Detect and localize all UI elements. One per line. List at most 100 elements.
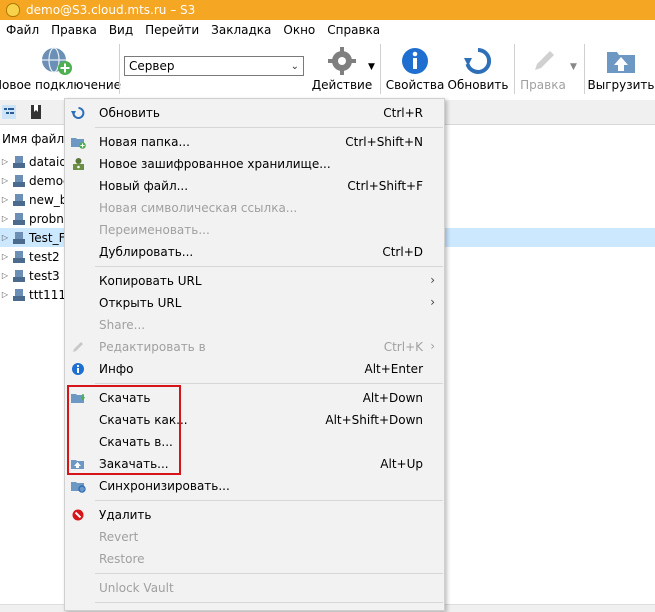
bookmark-icon[interactable] [30, 105, 42, 119]
menu-item-label: Share... [99, 318, 146, 332]
menu-item-unlock-vault[interactable]: Unlock Vault [65, 577, 444, 599]
menu-item-label: Переименовать... [99, 223, 210, 237]
upload-button[interactable]: Выгрузить [587, 40, 655, 98]
menu-item-shortcut: Ctrl+Shift+F [347, 179, 423, 193]
toolbar-separator [119, 44, 120, 94]
app-duck-icon [6, 3, 20, 17]
menu-item-new-symlink[interactable]: Новая символическая ссылка... [65, 197, 444, 219]
info-icon [72, 363, 84, 375]
menu-item-share[interactable]: Share... [65, 314, 444, 336]
menu-item-label: Синхронизировать... [99, 479, 230, 493]
menu-item-new-file[interactable]: Новый файл... Ctrl+Shift+F [65, 175, 444, 197]
menu-item-restore[interactable]: Restore [65, 548, 444, 570]
file-name: new_b [29, 192, 68, 207]
highlight-box [67, 385, 181, 475]
gear-icon [328, 47, 356, 75]
expand-icon[interactable]: ▷ [0, 157, 10, 166]
menu-item-delete[interactable]: Удалить [65, 504, 444, 526]
edit-label: Правка [520, 78, 566, 92]
info-icon [402, 48, 428, 74]
delete-icon [72, 509, 84, 521]
new-connection-button[interactable]: Новое подключение [0, 40, 121, 98]
chevron-right-icon: › [430, 273, 435, 287]
menu-item-open-url[interactable]: Открыть URL › [65, 292, 444, 314]
action-button[interactable]: Действие [308, 40, 376, 98]
menu-item-edit-in[interactable]: Редактировать в Ctrl+K › [65, 336, 444, 358]
drive-icon [13, 174, 25, 187]
menu-item-label: Обновить [99, 106, 160, 120]
menu-item-refresh[interactable]: Обновить Ctrl+R [65, 102, 444, 124]
expand-icon[interactable]: ▷ [0, 214, 10, 223]
menu-item-shortcut: Ctrl+R [383, 106, 423, 120]
refresh-icon [71, 107, 85, 119]
outline-view-icon[interactable] [2, 105, 16, 119]
menu-item-duplicate[interactable]: Дублировать... Ctrl+D [65, 241, 444, 263]
menu-go[interactable]: Перейти [139, 23, 205, 37]
menu-separator [95, 500, 443, 501]
menu-item-new-vault[interactable]: Новое зашифрованное хранилище... [65, 153, 444, 175]
properties-label: Свойства [385, 78, 445, 92]
drive-icon [13, 269, 25, 282]
title-bar: demo@S3.cloud.mts.ru – S3 [0, 0, 655, 20]
drive-icon [13, 212, 25, 225]
menu-item-shortcut: Ctrl+D [382, 245, 423, 259]
menu-item-label: Инфо [99, 362, 134, 376]
drive-icon [13, 155, 25, 168]
file-name: dataiq [29, 154, 67, 169]
column-header-filename[interactable]: Имя файла [0, 132, 72, 150]
menu-item-label: Revert [99, 530, 139, 544]
upload-label: Выгрузить [587, 78, 655, 92]
refresh-icon [464, 47, 492, 74]
menu-bookmark[interactable]: Закладка [205, 23, 277, 37]
menu-edit[interactable]: Правка [45, 23, 103, 37]
menu-item-label: Копировать URL [99, 274, 202, 288]
toolbar-separator [380, 44, 381, 94]
expand-icon[interactable]: ▷ [0, 195, 10, 204]
action-dropdown-icon[interactable]: ▼ [368, 62, 375, 72]
menu-item-revert[interactable]: Revert [65, 526, 444, 548]
menu-item-label: Открыть URL [99, 296, 182, 310]
menu-item-shortcut: Ctrl+K [383, 340, 423, 354]
menu-item-info[interactable]: Инфо Alt+Enter [65, 358, 444, 380]
menu-separator [95, 266, 443, 267]
menu-bar: Файл Правка Вид Перейти Закладка Окно Сп… [0, 20, 655, 40]
server-select-value: Сервер [129, 59, 175, 73]
folder-add-icon [71, 138, 86, 149]
expand-icon[interactable]: ▷ [0, 271, 10, 280]
server-select[interactable]: Сервер ⌄ [124, 56, 304, 76]
expand-icon[interactable]: ▷ [0, 176, 10, 185]
menu-item-copy-url[interactable]: Копировать URL › [65, 270, 444, 292]
menu-help[interactable]: Справка [321, 23, 386, 37]
menu-item-label: Новый файл... [99, 179, 189, 193]
file-name: test2 [29, 249, 60, 264]
menu-item-shortcut: Ctrl+Shift+N [345, 135, 423, 149]
expand-icon[interactable]: ▷ [0, 252, 10, 261]
refresh-button[interactable]: Обновить [447, 40, 509, 98]
window-title: demo@S3.cloud.mts.ru – S3 [26, 3, 196, 17]
properties-button[interactable]: Свойства [385, 40, 445, 98]
menu-item-rename[interactable]: Переименовать... [65, 219, 444, 241]
chevron-right-icon: › [430, 295, 435, 309]
menu-separator [95, 602, 443, 603]
file-name: test3 [29, 268, 60, 283]
menu-item-shortcut: Alt+Enter [364, 362, 423, 376]
menu-file[interactable]: Файл [0, 23, 45, 37]
menu-item-synchronize[interactable]: Синхронизировать... [65, 475, 444, 497]
action-label: Действие [311, 78, 373, 92]
menu-item-label: Дублировать... [99, 245, 194, 259]
menu-view[interactable]: Вид [103, 23, 139, 37]
menu-separator [95, 383, 443, 384]
toolbar-separator [514, 44, 515, 94]
menu-separator [95, 573, 443, 574]
edit-button[interactable]: Правка [517, 40, 569, 98]
menu-window[interactable]: Окно [277, 23, 321, 37]
edit-dropdown-icon[interactable]: ▼ [570, 62, 577, 72]
chevron-right-icon: › [430, 339, 435, 353]
globe-add-icon [42, 47, 72, 75]
expand-icon[interactable]: ▷ [0, 233, 10, 242]
new-connection-label: Новое подключение [0, 78, 121, 92]
expand-icon[interactable]: ▷ [0, 290, 10, 299]
menu-item-label: Редактировать в [99, 340, 206, 354]
file-name: ttt111 [29, 287, 67, 302]
menu-item-new-folder[interactable]: Новая папка... Ctrl+Shift+N [65, 131, 444, 153]
